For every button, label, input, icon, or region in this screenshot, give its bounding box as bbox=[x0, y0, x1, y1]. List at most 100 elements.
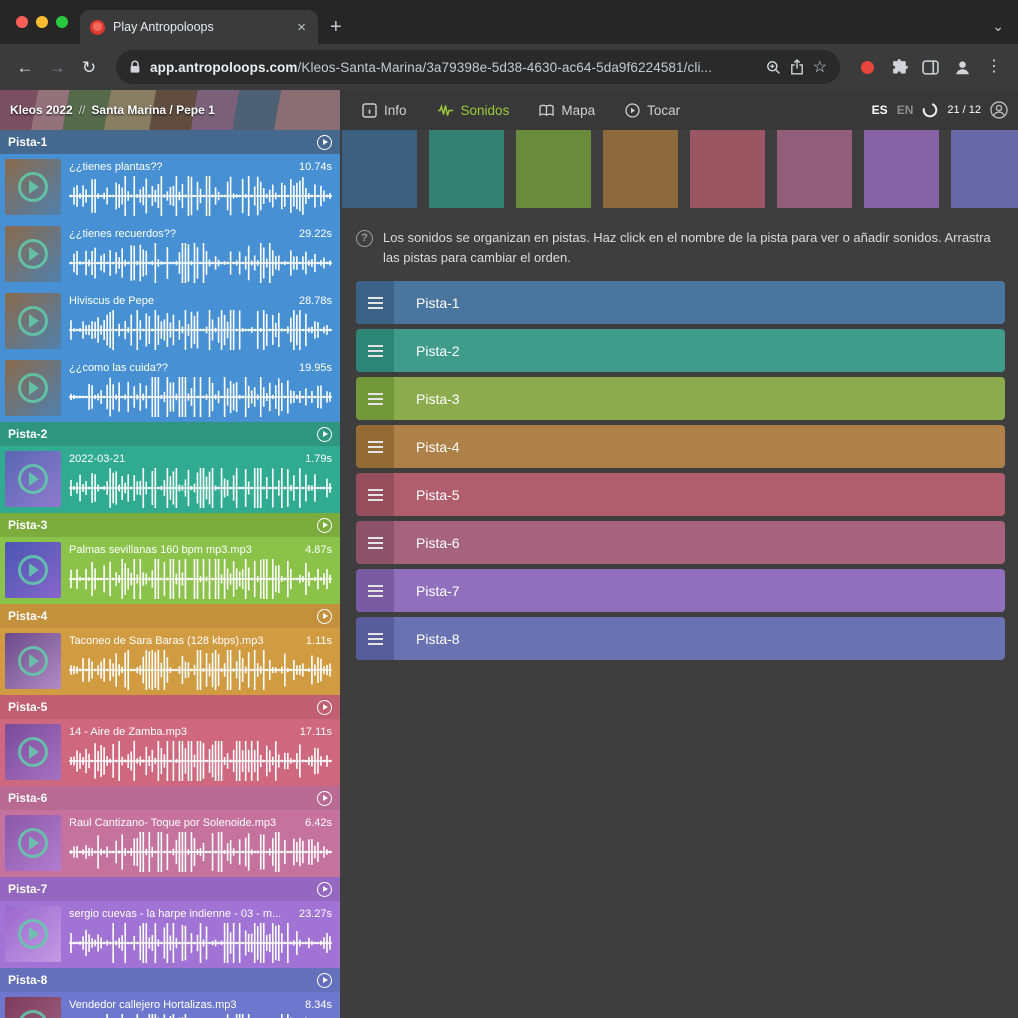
track-bar[interactable]: Pista-7 bbox=[356, 569, 1005, 612]
track-color-swatch[interactable] bbox=[603, 130, 678, 208]
track-color-swatch[interactable] bbox=[690, 130, 765, 208]
sound-item[interactable]: sergio cuevas - la harpe indienne - 03 -… bbox=[0, 901, 340, 968]
play-overlay-icon[interactable] bbox=[18, 464, 48, 494]
track-color-swatch[interactable] bbox=[342, 130, 417, 208]
minimize-window-button[interactable] bbox=[36, 16, 48, 28]
sound-thumbnail[interactable] bbox=[5, 633, 61, 689]
play-overlay-icon[interactable] bbox=[18, 646, 48, 676]
track-play-button[interactable] bbox=[317, 791, 332, 806]
sound-thumbnail[interactable] bbox=[5, 293, 61, 349]
track-play-button[interactable] bbox=[317, 973, 332, 988]
sound-thumbnail[interactable] bbox=[5, 451, 61, 507]
tab-close-icon[interactable]: × bbox=[295, 20, 308, 35]
tab-search-chevron-icon[interactable]: ⌄ bbox=[992, 18, 1004, 35]
bookmark-star-icon[interactable]: ☆ bbox=[813, 57, 827, 77]
drag-handle-icon[interactable] bbox=[356, 329, 394, 372]
zoom-window-button[interactable] bbox=[56, 16, 68, 28]
drag-handle-icon[interactable] bbox=[356, 281, 394, 324]
track-header[interactable]: Pista-2 bbox=[0, 422, 340, 446]
track-header[interactable]: Pista-4 bbox=[0, 604, 340, 628]
drag-handle-icon[interactable] bbox=[356, 617, 394, 660]
side-panel-icon[interactable] bbox=[922, 60, 939, 75]
track-header[interactable]: Pista-7 bbox=[0, 877, 340, 901]
drag-handle-icon[interactable] bbox=[356, 473, 394, 516]
track-color-swatch[interactable] bbox=[516, 130, 591, 208]
tab-tocar[interactable]: Tocar bbox=[625, 103, 680, 118]
drag-handle-icon[interactable] bbox=[356, 569, 394, 612]
track-header[interactable]: Pista-8 bbox=[0, 968, 340, 992]
browser-menu-icon[interactable]: ⋮ bbox=[986, 59, 1002, 75]
tab-sonidos[interactable]: Sonidos bbox=[437, 103, 510, 118]
track-name[interactable]: Pista-6 bbox=[8, 791, 47, 805]
sound-item[interactable]: 2022-03-21 1.79s bbox=[0, 446, 340, 513]
forward-icon[interactable]: → bbox=[44, 59, 70, 76]
browser-tab[interactable]: Play Antropoloops × bbox=[80, 10, 318, 44]
track-name[interactable]: Pista-1 bbox=[8, 135, 47, 149]
track-bar[interactable]: Pista-6 bbox=[356, 521, 1005, 564]
sound-item[interactable]: Palmas sevillanas 160 bpm mp3.mp3 4.87s bbox=[0, 537, 340, 604]
user-account-icon[interactable] bbox=[990, 101, 1008, 119]
play-overlay-icon[interactable] bbox=[18, 919, 48, 949]
play-overlay-icon[interactable] bbox=[18, 172, 48, 202]
track-name[interactable]: Pista-8 bbox=[8, 973, 47, 987]
back-icon[interactable]: ← bbox=[12, 59, 38, 76]
tab-info[interactable]: Info bbox=[362, 103, 407, 118]
sound-item[interactable]: ¿¿tienes recuerdos?? 29.22s bbox=[0, 221, 340, 288]
track-color-swatch[interactable] bbox=[429, 130, 504, 208]
drag-handle-icon[interactable] bbox=[356, 521, 394, 564]
sound-thumbnail[interactable] bbox=[5, 724, 61, 780]
track-play-button[interactable] bbox=[317, 427, 332, 442]
breadcrumb[interactable]: Kleos 2022 // Santa Marina / Pepe 1 bbox=[0, 90, 340, 130]
track-name[interactable]: Pista-5 bbox=[8, 700, 47, 714]
sound-item[interactable]: ¿¿como las cuida?? 19.95s bbox=[0, 355, 340, 422]
track-color-swatch[interactable] bbox=[864, 130, 939, 208]
address-bar[interactable]: app.antropoloops.com/Kleos-Santa-Marina/… bbox=[116, 50, 840, 84]
track-play-button[interactable] bbox=[317, 609, 332, 624]
track-name[interactable]: Pista-3 bbox=[8, 518, 47, 532]
track-bar[interactable]: Pista-2 bbox=[356, 329, 1005, 372]
browser-profile-avatar[interactable] bbox=[953, 58, 972, 77]
play-overlay-icon[interactable] bbox=[18, 828, 48, 858]
track-play-button[interactable] bbox=[317, 518, 332, 533]
tab-mapa[interactable]: Mapa bbox=[539, 103, 595, 118]
track-name[interactable]: Pista-2 bbox=[8, 427, 47, 441]
track-bar[interactable]: Pista-3 bbox=[356, 377, 1005, 420]
track-header[interactable]: Pista-1 bbox=[0, 130, 340, 154]
drag-handle-icon[interactable] bbox=[356, 425, 394, 468]
track-play-button[interactable] bbox=[317, 700, 332, 715]
sound-item[interactable]: Hiviscus de Pepe 28.78s bbox=[0, 288, 340, 355]
sound-thumbnail[interactable] bbox=[5, 542, 61, 598]
share-icon[interactable] bbox=[790, 59, 804, 75]
track-bar[interactable]: Pista-5 bbox=[356, 473, 1005, 516]
sound-item[interactable]: 14 - Aire de Zamba.mp3 17.11s bbox=[0, 719, 340, 786]
track-bar[interactable]: Pista-1 bbox=[356, 281, 1005, 324]
sound-thumbnail[interactable] bbox=[5, 997, 61, 1018]
sound-thumbnail[interactable] bbox=[5, 226, 61, 282]
drag-handle-icon[interactable] bbox=[356, 377, 394, 420]
play-overlay-icon[interactable] bbox=[18, 737, 48, 767]
play-overlay-icon[interactable] bbox=[18, 306, 48, 336]
track-bar[interactable]: Pista-4 bbox=[356, 425, 1005, 468]
extensions-puzzle-icon[interactable] bbox=[891, 59, 908, 76]
breadcrumb-project[interactable]: Kleos 2022 bbox=[10, 103, 73, 117]
play-overlay-icon[interactable] bbox=[18, 373, 48, 403]
sound-item[interactable]: ¿¿tienes plantas?? 10.74s bbox=[0, 154, 340, 221]
play-overlay-icon[interactable] bbox=[18, 1010, 48, 1018]
track-name[interactable]: Pista-4 bbox=[8, 609, 47, 623]
sound-thumbnail[interactable] bbox=[5, 360, 61, 416]
track-play-button[interactable] bbox=[317, 882, 332, 897]
sound-item[interactable]: Raul Cantizano- Toque por Solenoide.mp3 … bbox=[0, 810, 340, 877]
sound-thumbnail[interactable] bbox=[5, 159, 61, 215]
reload-icon[interactable]: ↻ bbox=[76, 59, 102, 76]
track-play-button[interactable] bbox=[317, 135, 332, 150]
play-overlay-icon[interactable] bbox=[18, 555, 48, 585]
lock-icon[interactable] bbox=[129, 60, 141, 74]
recording-indicator-icon[interactable] bbox=[861, 61, 874, 74]
lang-en-button[interactable]: EN bbox=[897, 103, 914, 117]
track-name[interactable]: Pista-7 bbox=[8, 882, 47, 896]
track-color-swatch[interactable] bbox=[777, 130, 852, 208]
track-header[interactable]: Pista-5 bbox=[0, 695, 340, 719]
new-tab-button[interactable]: + bbox=[330, 17, 342, 37]
sound-item[interactable]: Vendedor callejero Hortalizas.mp3 8.34s bbox=[0, 992, 340, 1018]
zoom-icon[interactable] bbox=[766, 60, 781, 75]
